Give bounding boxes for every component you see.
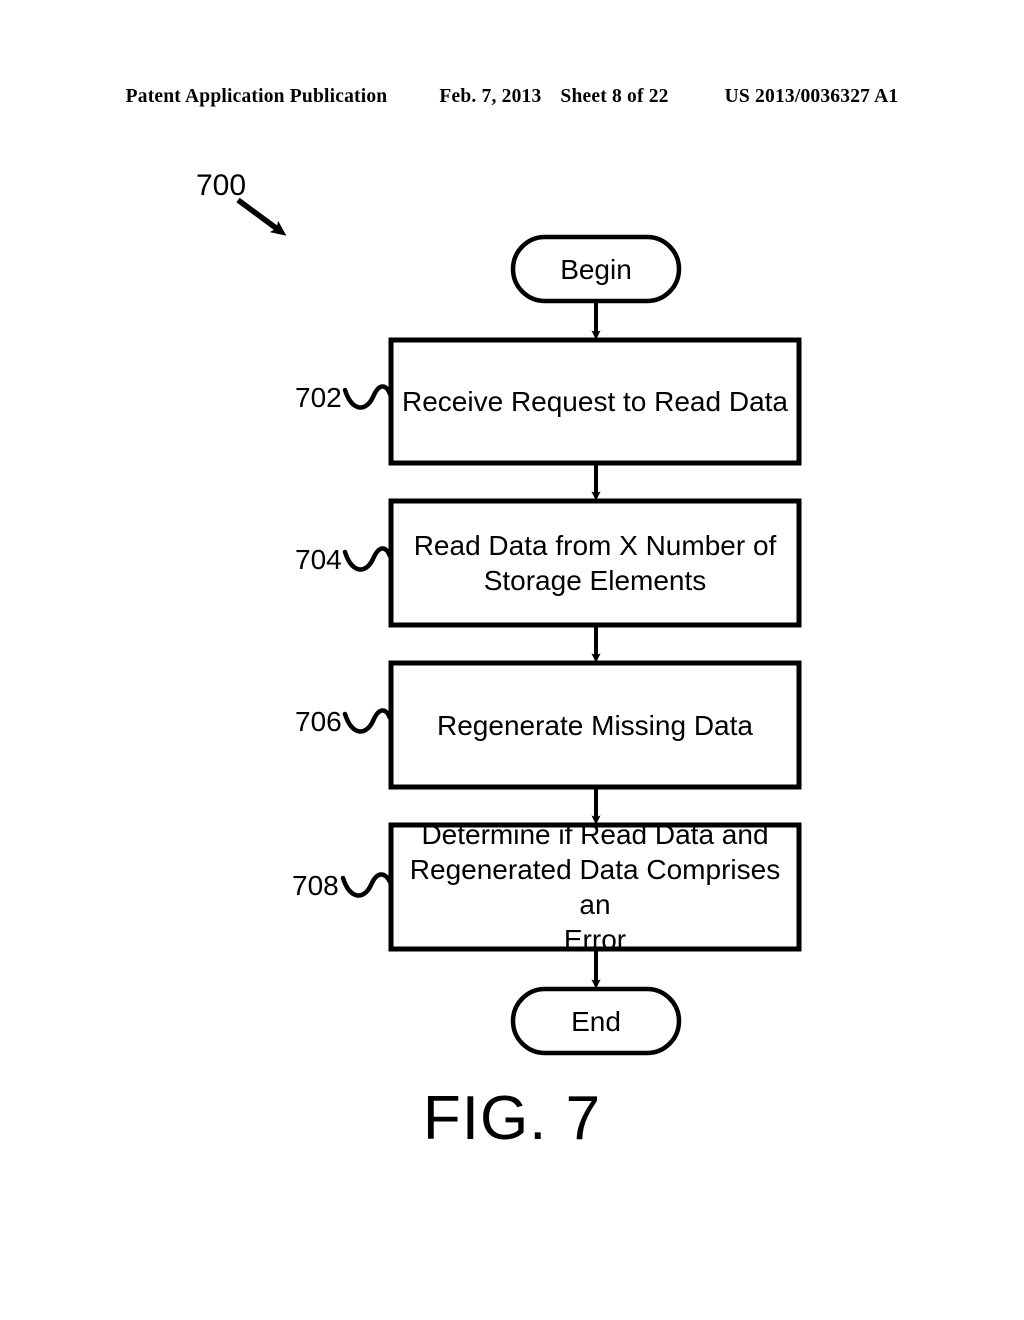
- ref-708-leader: [340, 872, 393, 898]
- ref-702-leader: [342, 384, 393, 410]
- node-702-shape: [388, 337, 802, 466]
- ref-706-leader: [342, 708, 393, 734]
- node-begin-shape: [510, 234, 682, 304]
- figure-caption: FIG. 7: [422, 1084, 602, 1153]
- ref-700-leader-arrow: [236, 197, 287, 236]
- node-end-shape: [510, 986, 682, 1056]
- node-706-shape: [388, 660, 802, 790]
- ref-704-leader: [342, 546, 393, 572]
- node-708-shape: [388, 822, 802, 952]
- flowchart-figure: Begin Receive Request to Read Data Read …: [0, 0, 1024, 1320]
- node-704-shape: [388, 498, 802, 628]
